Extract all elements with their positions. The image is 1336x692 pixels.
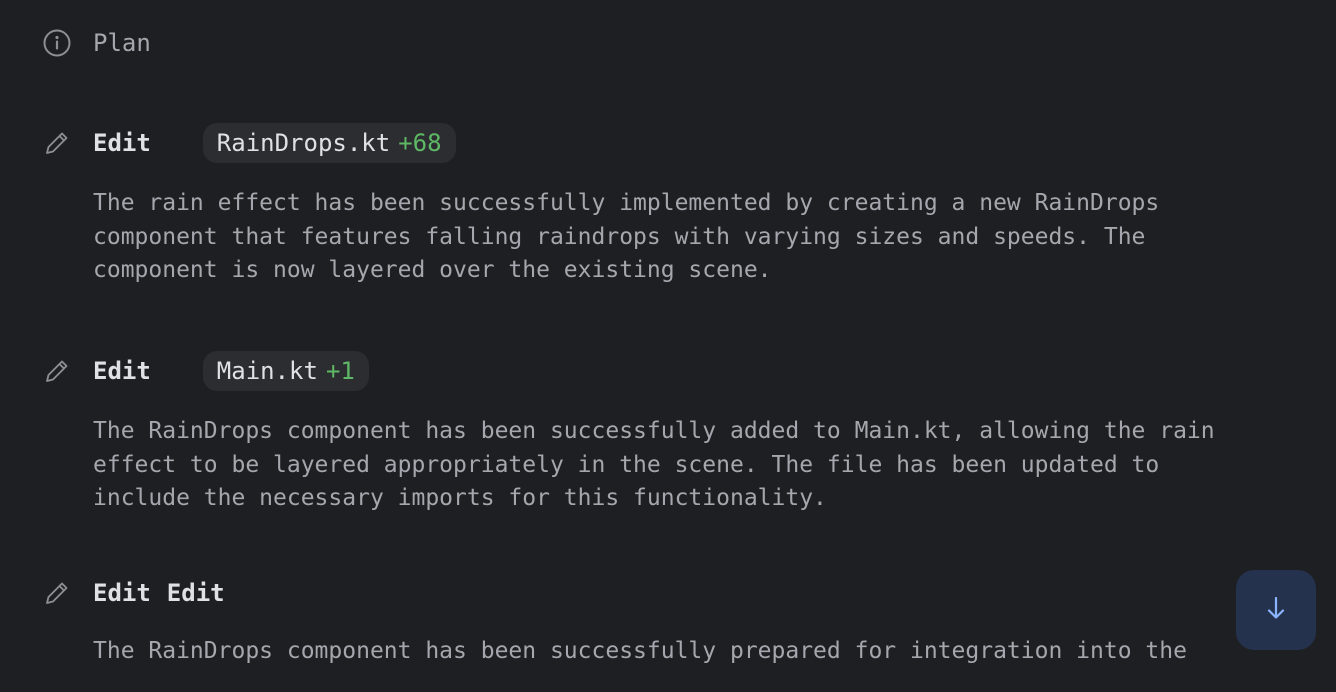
file-chip-raindrops[interactable]: RainDrops.kt +68 <box>202 123 456 163</box>
pencil-icon <box>42 128 72 158</box>
edit-label: Edit <box>93 579 151 607</box>
edit-label: Edit <box>93 357 151 385</box>
scroll-to-bottom-button[interactable] <box>1236 570 1316 650</box>
edit-label: Edit <box>93 129 151 157</box>
edit-entry-header: Edit Main.kt +1 <box>42 351 369 391</box>
plan-row[interactable]: Plan <box>42 28 151 58</box>
lines-added: +68 <box>398 129 442 157</box>
edit-description: The RainDrops component has been success… <box>93 638 1187 664</box>
edit-description: The rain effect has been successfully im… <box>93 190 1160 283</box>
plan-label: Plan <box>93 29 151 57</box>
file-chip-main[interactable]: Main.kt +1 <box>202 351 369 391</box>
edit-entry-header: Edit Edit <box>42 578 225 608</box>
pencil-icon <box>42 578 72 608</box>
pencil-icon <box>42 356 72 386</box>
file-name: RainDrops.kt <box>216 129 391 157</box>
edit-entry-header: Edit RainDrops.kt +68 <box>42 123 456 163</box>
edit-label: Edit <box>166 579 225 607</box>
file-name: Main.kt <box>216 357 318 385</box>
arrow-down-icon <box>1261 593 1291 627</box>
info-icon <box>42 28 72 58</box>
edit-description: The RainDrops component has been success… <box>93 418 1215 511</box>
lines-added: +1 <box>325 357 355 385</box>
